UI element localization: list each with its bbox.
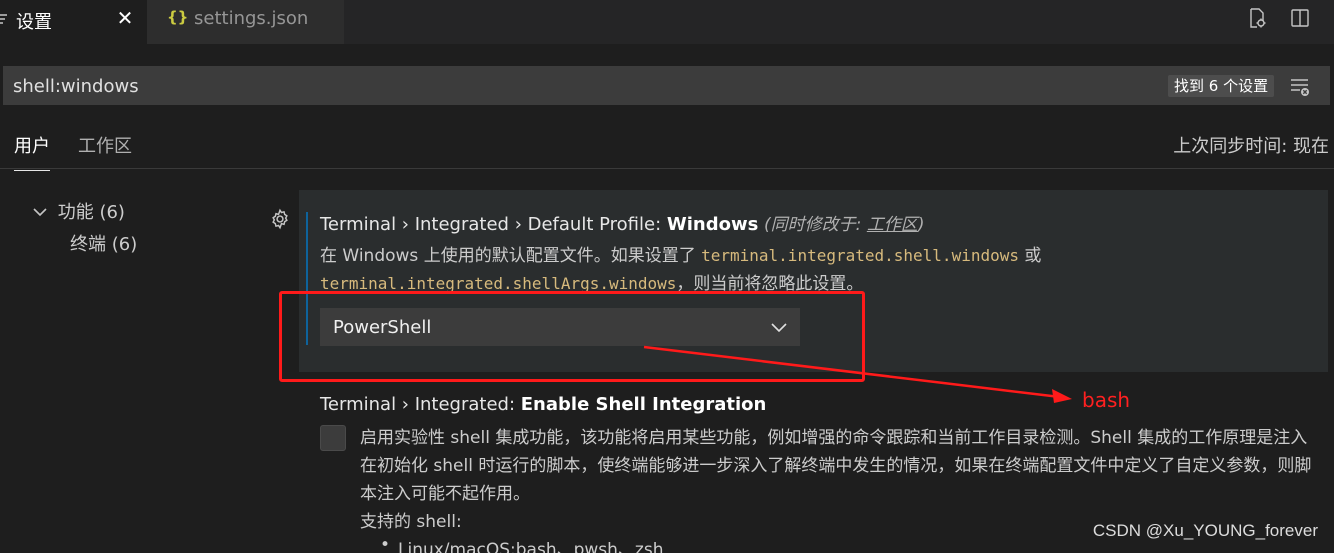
toc-item-features[interactable]: 功能 (6): [32, 198, 125, 224]
modified-scope-link[interactable]: 工作区: [867, 215, 918, 235]
close-icon[interactable]: ✕: [114, 6, 136, 32]
modified-elsewhere-indicator: (同时修改于: 工作区): [764, 215, 924, 235]
setting-category: Terminal › Integrated › Default Profile:: [320, 214, 667, 235]
annotation-highlight-box: [279, 291, 865, 382]
editor-actions: [1233, 6, 1314, 34]
toc-features-label: 功能 (6): [57, 202, 125, 223]
modified-prefix: (同时修改于:: [764, 215, 867, 235]
split-editor-icon[interactable]: [1288, 6, 1314, 32]
tab-user[interactable]: 用户: [14, 132, 50, 171]
setting-description: 启用实验性 shell 集成功能，该功能将启用某些功能，例如增强的命令跟踪和当前…: [360, 428, 1312, 504]
setting-name: Windows: [666, 214, 759, 235]
tab-workspace[interactable]: 工作区: [78, 132, 132, 158]
gear-icon[interactable]: [269, 208, 291, 230]
json-braces-icon: {}: [167, 8, 189, 26]
watermark: CSDN @Xu_YOUNG_forever: [1092, 521, 1318, 540]
chevron-down-icon: [32, 202, 52, 223]
modified-suffix: ): [917, 215, 925, 235]
tab-label: settings.json: [194, 8, 309, 29]
clear-filter-icon[interactable]: [1288, 74, 1312, 98]
settings-editor: 设置 ✕ {} settings.json 找到 6 个设置: [0, 0, 1334, 553]
setting-link[interactable]: terminal.integrated.shell.windows: [701, 246, 1019, 265]
annotation-label: bash: [1082, 388, 1131, 412]
enable-shell-integration-checkbox[interactable]: [320, 425, 346, 451]
tab-settings[interactable]: 设置 ✕: [0, 0, 147, 44]
open-settings-json-icon[interactable]: [1245, 6, 1271, 32]
setting-name: Enable Shell Integration: [520, 394, 767, 415]
toc-item-terminal[interactable]: 终端 (6): [70, 230, 137, 256]
desc-text: 或: [1019, 246, 1042, 266]
setting-description: 在 Windows 上使用的默认配置文件。如果设置了 terminal.inte…: [320, 242, 1180, 298]
tab-settings-json[interactable]: {} settings.json: [147, 0, 344, 44]
tab-label: 设置: [16, 12, 52, 33]
setting-title: Terminal › Integrated › Default Profile:…: [320, 210, 924, 235]
desc-text: 在 Windows 上使用的默认配置文件。如果设置了: [320, 246, 702, 266]
scope-tabs: 用户 工作区 上次同步时间: 现在: [0, 120, 1334, 171]
setting-category: Terminal › Integrated:: [320, 394, 521, 415]
sync-status: 上次同步时间: 现在: [1173, 136, 1329, 157]
search-input[interactable]: [11, 73, 1115, 99]
result-count-badge: 找到 6 个设置: [1168, 75, 1275, 97]
list-item: Linux/macOS:bash、pwsh、zsh: [380, 535, 664, 553]
supported-shells-label: 支持的 shell:: [360, 512, 462, 532]
settings-list-icon: [0, 12, 8, 26]
settings-search: 找到 6 个设置: [3, 66, 1330, 105]
setting-title: Terminal › Integrated: Enable Shell Inte…: [320, 394, 766, 415]
tab-bar: 设置 ✕ {} settings.json: [0, 0, 1334, 44]
